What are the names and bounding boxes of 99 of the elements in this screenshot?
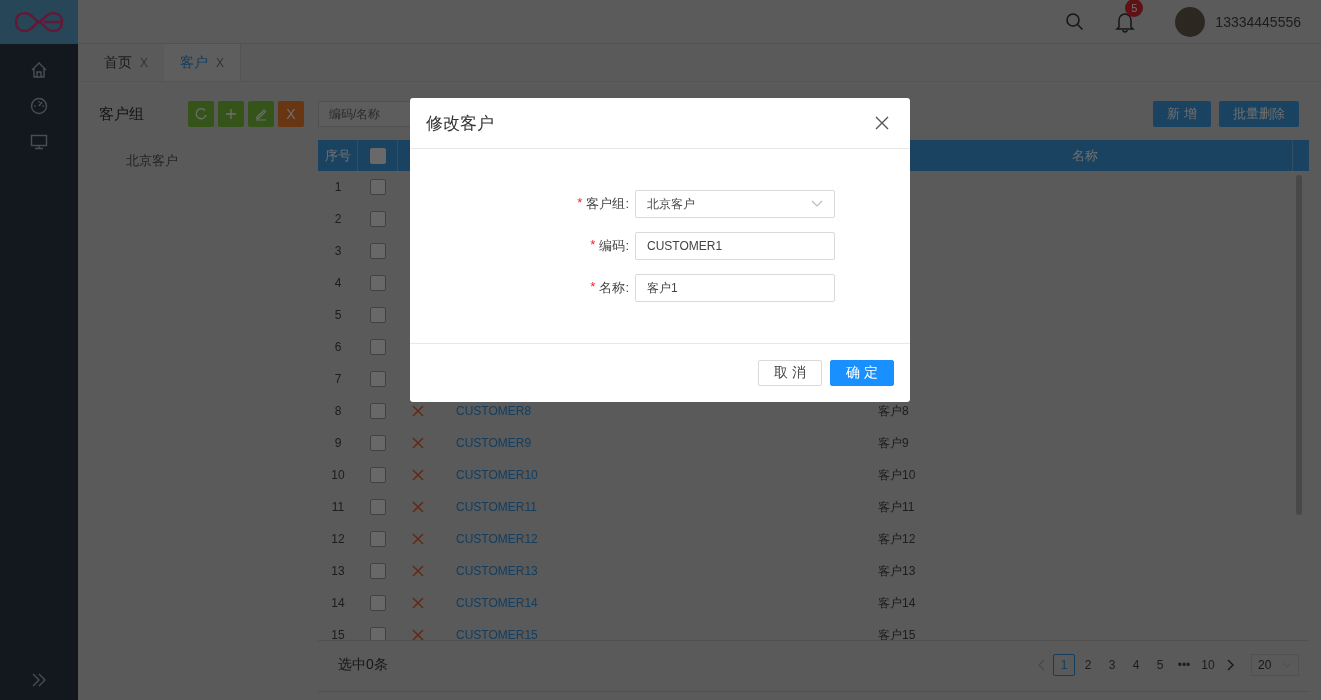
row-checkbox[interactable] [370, 179, 386, 195]
table-cell: 客户8 [878, 402, 909, 420]
refresh-icon [194, 107, 208, 121]
confirm-button[interactable]: 确 定 [830, 360, 894, 386]
table-cell-text: 15 [330, 627, 346, 640]
table-cell-text: 2 [333, 211, 343, 228]
customer-code-link[interactable]: CUSTOMER12 [456, 532, 538, 546]
table-cell-text: 8 [333, 403, 343, 420]
required-asterisk: * [577, 195, 583, 212]
table-cell-text: 3 [333, 243, 343, 260]
search-icon[interactable] [1065, 11, 1086, 32]
table-cell-text: 13 [330, 563, 346, 580]
customer-code-link[interactable]: CUSTOMER8 [456, 404, 532, 418]
customer-code-link[interactable]: CUSTOMER9 [456, 436, 532, 450]
row-checkbox[interactable] [370, 243, 386, 259]
row-checkbox[interactable] [370, 467, 386, 483]
row-checkbox[interactable] [370, 627, 386, 640]
table-cell: 客户14 [878, 594, 916, 612]
table-cell-text: 5 [333, 307, 343, 324]
delete-icon[interactable] [412, 469, 424, 481]
row-checkbox[interactable] [370, 595, 386, 611]
delete-icon[interactable] [412, 405, 424, 417]
monitor-icon[interactable] [29, 132, 49, 152]
delete-icon[interactable] [412, 597, 424, 609]
infinity-logo-icon [14, 9, 64, 35]
home-icon[interactable] [29, 60, 49, 80]
row-checkbox[interactable] [370, 531, 386, 547]
required-asterisk: * [590, 279, 596, 296]
customer-code-link[interactable]: CUSTOMER10 [456, 468, 538, 482]
table-cell-text: 14 [330, 595, 346, 612]
cancel-button[interactable]: 取 消 [758, 360, 823, 386]
row-checkbox[interactable] [370, 339, 386, 355]
close-icon[interactable] [875, 116, 889, 130]
plus-icon [225, 108, 237, 120]
edit-button[interactable] [248, 101, 274, 127]
expand-icon[interactable] [30, 672, 48, 688]
pencil-icon [254, 107, 268, 121]
selection-count: 选中0条 [338, 655, 388, 674]
table-cell-text: 6 [333, 339, 343, 356]
table-cell-text: 4 [333, 275, 343, 292]
panel-title: 客户组 [99, 104, 144, 124]
required-asterisk: * [590, 237, 596, 254]
delete-icon[interactable] [412, 629, 424, 640]
customer-code-link[interactable]: CUSTOMER14 [456, 596, 538, 610]
row-checkbox[interactable] [370, 307, 386, 323]
delete-icon[interactable] [412, 533, 424, 545]
row-checkbox[interactable] [370, 275, 386, 291]
customer-code-link[interactable]: CUSTOMER13 [456, 564, 538, 578]
page-button[interactable]: 1 [1053, 653, 1075, 676]
delete-button[interactable]: X [278, 101, 304, 127]
notification-badge: 5 [1125, 0, 1144, 17]
avatar[interactable] [1175, 6, 1206, 37]
page-button[interactable]: 4 [1125, 653, 1147, 676]
table-cell-text: 12 [330, 531, 346, 548]
refresh-button[interactable] [188, 101, 214, 127]
table-cell: 客户15 [878, 626, 916, 640]
select-field[interactable]: 北京客户 [635, 190, 835, 218]
table-cell-text: 10 [330, 467, 346, 484]
input-field[interactable]: 客户1 [635, 274, 835, 302]
action-button[interactable]: 新 增 [1153, 101, 1211, 127]
action-button[interactable]: 批量删除 [1219, 101, 1299, 127]
input-field[interactable]: CUSTOMER1 [635, 232, 835, 260]
table-cell: 客户9 [878, 434, 909, 452]
select-all-checkbox[interactable] [369, 147, 386, 164]
table-cell: 客户10 [878, 466, 916, 484]
delete-icon[interactable] [412, 565, 424, 577]
row-checkbox[interactable] [370, 403, 386, 419]
table-cell: 客户12 [878, 530, 916, 548]
column-header: 序号 [318, 140, 358, 171]
page-button[interactable]: ••• [1173, 653, 1195, 676]
table-cell-text: 7 [333, 371, 343, 388]
page-button[interactable]: 10 [1197, 653, 1219, 676]
next-page-icon[interactable] [1225, 658, 1235, 671]
caret-icon [811, 200, 823, 208]
bell-icon[interactable] [1115, 10, 1136, 33]
row-checkbox[interactable] [370, 435, 386, 451]
delete-icon[interactable] [412, 501, 424, 513]
customer-code-link[interactable]: CUSTOMER11 [456, 500, 537, 514]
table-cell-text: 1 [333, 179, 343, 196]
field-label: 名称: [599, 279, 629, 297]
field-label: 编码: [599, 237, 629, 255]
table-cell: 客户11 [878, 498, 915, 516]
customer-code-link[interactable]: CUSTOMER15 [456, 628, 538, 640]
table-cell: 客户13 [878, 562, 916, 580]
row-checkbox[interactable] [370, 371, 386, 387]
page-button[interactable]: 3 [1101, 653, 1123, 676]
row-checkbox[interactable] [370, 499, 386, 515]
row-checkbox[interactable] [370, 563, 386, 579]
add-button[interactable] [218, 101, 244, 127]
field-label: 客户组: [586, 195, 629, 213]
page-size-select[interactable]: 20 [1251, 653, 1299, 676]
page-button[interactable]: 5 [1149, 653, 1171, 676]
dashboard-icon[interactable] [29, 96, 49, 116]
delete-icon[interactable] [412, 437, 424, 449]
username: 13334445556 [1215, 13, 1301, 30]
table-cell-text: 9 [333, 435, 343, 452]
row-checkbox[interactable] [370, 211, 386, 227]
page-button[interactable]: 2 [1077, 653, 1099, 676]
table-cell-text: 11 [330, 499, 346, 516]
